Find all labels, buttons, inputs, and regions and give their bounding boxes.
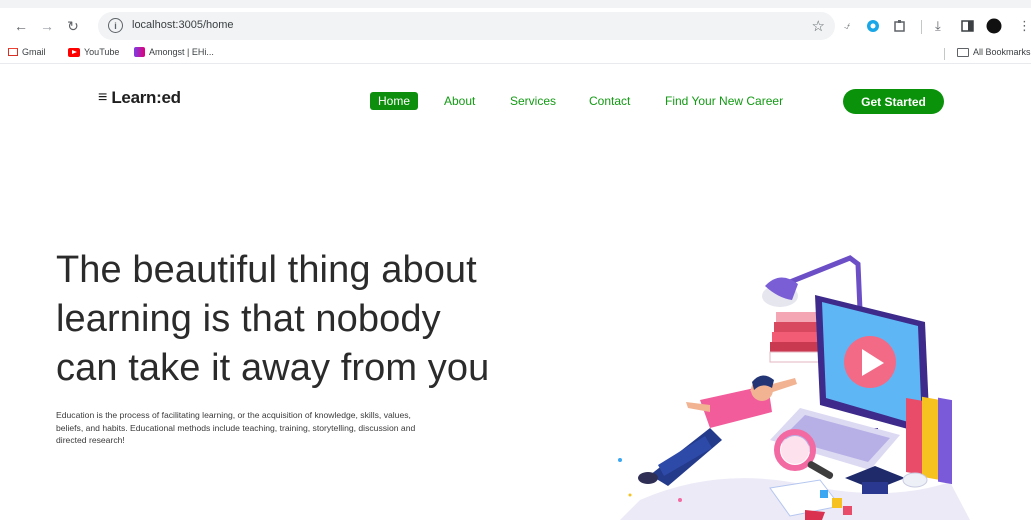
toolbar-divider [921,20,922,34]
nav-contact[interactable]: Contact [589,92,630,110]
hero-illustration [618,255,970,520]
hero-title-line: can take it away from you [56,347,490,389]
nav-services[interactable]: Services [510,92,556,110]
extensions-puzzle-icon[interactable] [893,17,907,35]
nav-find-career[interactable]: Find Your New Career [665,92,783,110]
bookmark-divider [944,48,945,60]
books-right-icon [906,396,952,485]
bookmark-label: Gmail [22,47,46,57]
all-bookmarks-button[interactable]: All Bookmarks [957,47,1031,57]
bookmark-label: YouTube [84,47,120,57]
cube-icon [843,506,852,515]
bookmark-amongst[interactable]: Amongst | EHi... [134,47,214,57]
browser-chrome: ← → ↻ i localhost:3005/home ☆ ⍻ ⤓ ⋮ Gmai… [0,0,1031,64]
bookmarks-bar: Gmail YouTube Amongst | EHi... All Bookm… [0,44,1031,64]
cube-icon [832,498,842,508]
hero-description-line: Education is the process of facilitating… [56,410,411,420]
graduation-cap-icon [845,466,905,494]
tab-strip [0,0,1031,8]
gmail-icon [8,48,18,56]
cube-icon [820,490,828,498]
sparkle-icon [628,493,632,497]
bookmark-label: Amongst | EHi... [149,47,214,57]
folder-icon [957,47,969,57]
hero-title: The beautiful thing about learning is th… [56,246,536,393]
hero-description-line: beliefs, and habits. Educational methods… [56,422,416,433]
browser-toolbar: ← → ↻ i localhost:3005/home ☆ ⍻ ⤓ ⋮ [0,8,1031,44]
all-bookmarks-label: All Bookmarks [973,47,1031,57]
bookmark-youtube[interactable]: YouTube [68,47,119,57]
reload-icon[interactable]: ↻ [62,15,84,37]
hero-description-line: directed research! [56,435,125,446]
extension-shield-icon[interactable] [866,17,880,35]
flying-student-icon [638,375,797,486]
bookmark-star-icon[interactable]: ☆ [812,17,825,35]
side-panel-icon[interactable] [961,17,974,35]
get-started-button[interactable]: Get Started [843,89,944,114]
nav-home[interactable]: Home [370,92,419,110]
lamp-icon [762,255,863,313]
hero-description: Education is the process of facilitating… [56,409,516,447]
sparkle-icon [618,458,622,462]
amongst-icon [134,47,145,57]
download-icon[interactable]: ⤓ [935,17,941,35]
menu-kebab-icon[interactable]: ⋮ [1018,17,1031,35]
bookmark-gmail[interactable]: Gmail [8,47,46,57]
hero-title-line: The beautiful thing about [56,249,477,291]
forward-icon[interactable]: → [36,15,58,37]
mouse-icon [902,472,928,488]
extension-key-icon[interactable]: ⍻ [844,17,850,35]
address-bar-url: localhost:3005/home [132,19,234,31]
profile-avatar-icon[interactable] [986,17,1002,35]
hero-title-line: learning is that nobody [56,298,441,340]
back-icon[interactable]: ← [10,15,32,37]
address-bar[interactable]: i localhost:3005/home ☆ [98,12,835,40]
sparkle-icon [678,498,682,502]
site-info-icon[interactable]: i [108,18,123,33]
youtube-icon [68,47,80,57]
nav-about[interactable]: About [444,92,475,110]
